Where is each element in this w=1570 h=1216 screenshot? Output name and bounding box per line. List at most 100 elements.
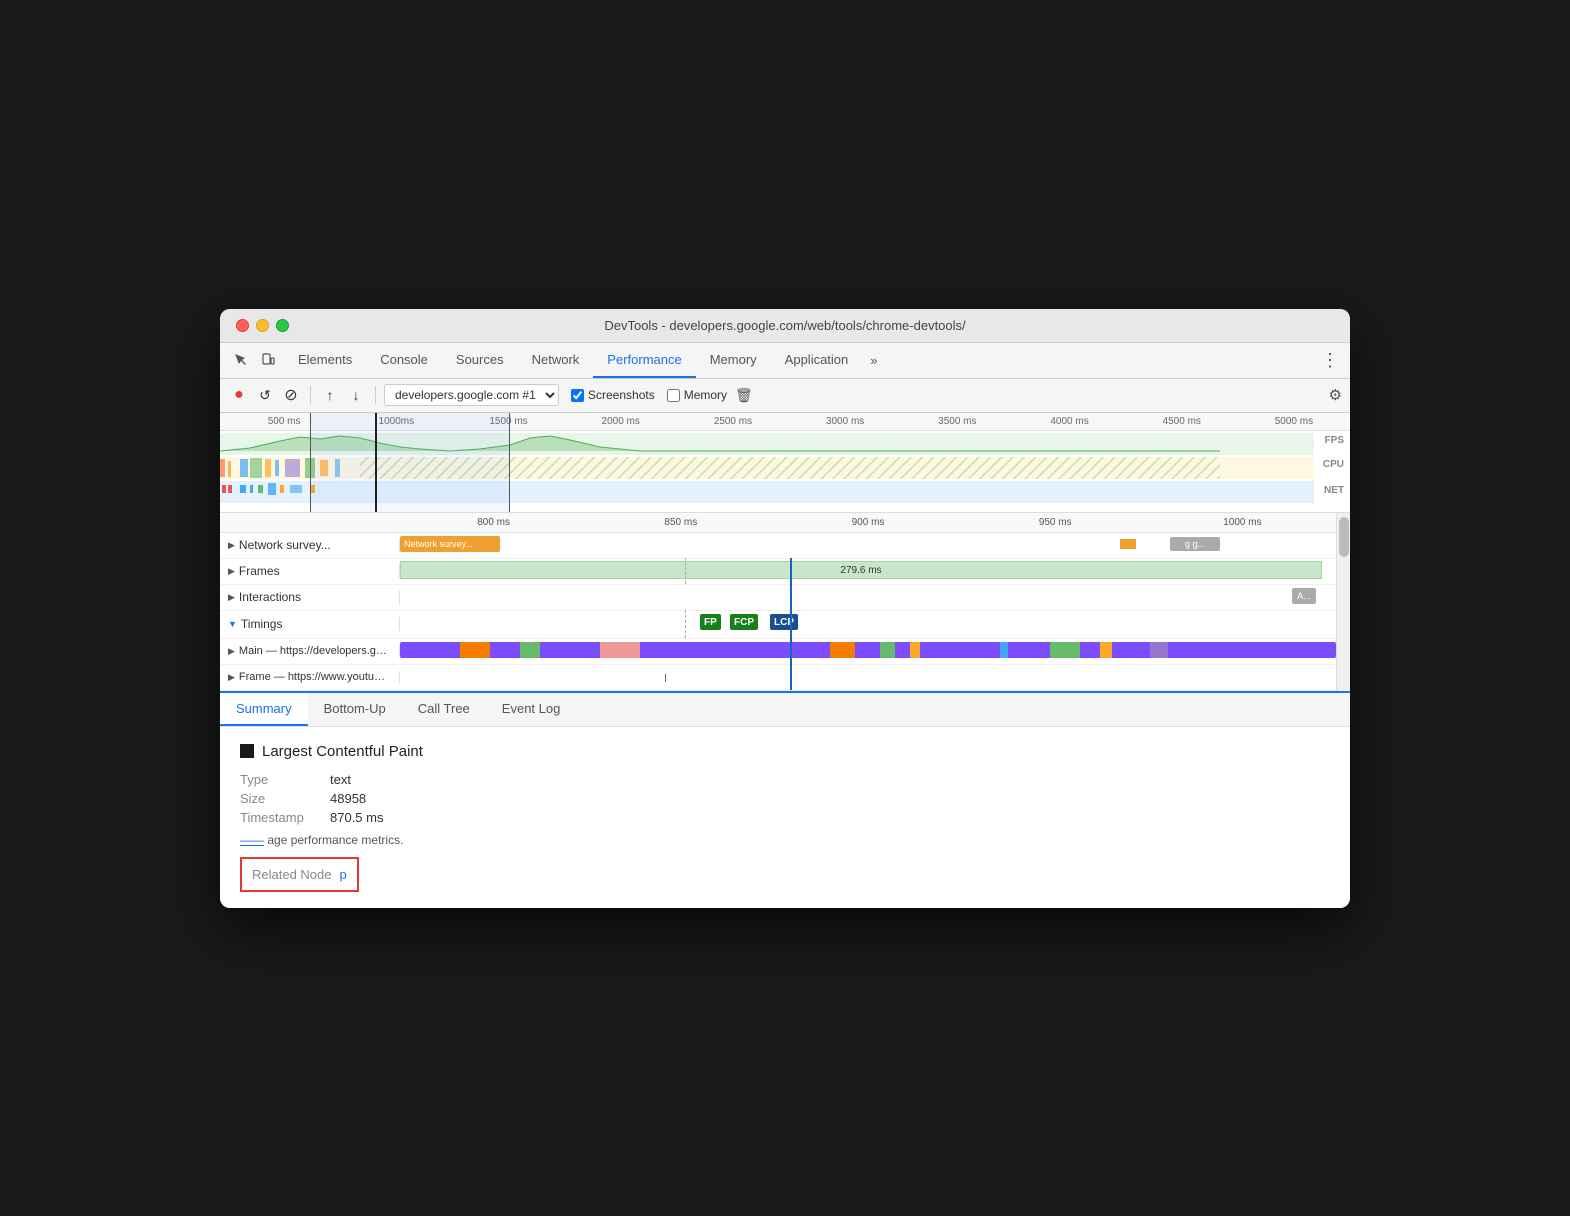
tab-bottom-up[interactable]: Bottom-Up	[308, 693, 402, 726]
tick-2000: 2000 ms	[565, 416, 677, 427]
separator-2	[375, 386, 376, 404]
fcp-badge[interactable]: FCP	[730, 614, 758, 630]
main-block-4	[830, 642, 855, 658]
timeline-overview: 500 ms 1000ms 1500 ms 2000 ms 2500 ms 30…	[220, 413, 1350, 513]
download-button[interactable]: ↓	[345, 384, 367, 406]
dtick-1000: 1000 ms	[1149, 517, 1336, 528]
network-row-content: Network survey... g g...	[400, 532, 1336, 558]
cpu-label: CPU	[1323, 459, 1344, 470]
settings-button[interactable]: ⚙	[1329, 386, 1342, 404]
screenshots-label: Screenshots	[588, 388, 655, 402]
blue-marker-interactions	[790, 584, 792, 610]
window-title: DevTools - developers.google.com/web/too…	[604, 318, 965, 333]
frame-row-content	[400, 664, 1336, 690]
network-row: ▶ Network survey... Network survey... g …	[220, 533, 1350, 559]
tab-sources[interactable]: Sources	[442, 342, 518, 378]
devtools-window: DevTools - developers.google.com/web/too…	[220, 309, 1350, 908]
network-survey-bar[interactable]: Network survey...	[400, 536, 500, 552]
tab-application[interactable]: Application	[771, 342, 863, 378]
close-button[interactable]	[236, 319, 249, 332]
playhead	[375, 413, 377, 512]
main-block-3	[600, 642, 640, 658]
tick-3000: 3000 ms	[789, 416, 901, 427]
timestamp-label: Timestamp	[240, 810, 330, 825]
tab-elements[interactable]: Elements	[284, 342, 366, 378]
related-node-value[interactable]: p	[340, 867, 347, 882]
frame-row: ▶ Frame — https://www.youtube.com/embed/…	[220, 665, 1350, 691]
tab-call-tree[interactable]: Call Tree	[402, 693, 486, 726]
network-row-label[interactable]: ▶ Network survey...	[220, 538, 400, 552]
timings-expand-icon[interactable]: ▼	[228, 619, 237, 629]
main-expand-icon[interactable]: ▶	[228, 646, 235, 657]
description-link[interactable]: ——	[240, 833, 264, 847]
main-block-10	[1150, 642, 1168, 658]
dtick-950: 950 ms	[962, 517, 1149, 528]
screenshots-checkbox-label[interactable]: Screenshots	[571, 388, 655, 402]
main-block-2	[520, 642, 540, 658]
url-selector[interactable]: developers.google.com #1	[384, 384, 559, 406]
tab-performance[interactable]: Performance	[593, 342, 695, 378]
frames-label-text: Frames	[239, 564, 280, 578]
reload-button[interactable]: ↺	[254, 384, 276, 406]
frames-row-label[interactable]: ▶ Frames	[220, 564, 400, 578]
interactions-expand-icon[interactable]: ▶	[228, 592, 235, 603]
maximize-button[interactable]	[276, 319, 289, 332]
related-node-label: Related Node	[252, 867, 332, 882]
minimize-button[interactable]	[256, 319, 269, 332]
lcp-title-text: Largest Contentful Paint	[262, 743, 423, 760]
lcp-badge[interactable]: LCP	[770, 614, 798, 630]
tab-network[interactable]: Network	[518, 342, 594, 378]
interactions-row-label[interactable]: ▶ Interactions	[220, 590, 400, 604]
memory-checkbox-label[interactable]: Memory	[667, 388, 727, 402]
tick-2500: 2500 ms	[677, 416, 789, 427]
tick-5000: 5000 ms	[1238, 416, 1350, 427]
network-expand-icon[interactable]: ▶	[228, 540, 235, 551]
size-value: 48958	[330, 791, 366, 806]
blue-marker-frames	[790, 558, 792, 584]
record-button[interactable]: ●	[228, 384, 250, 406]
clear-button[interactable]: ⊘	[280, 384, 302, 406]
upload-button[interactable]: ↑	[319, 384, 341, 406]
detail-timestamp-row: Timestamp 870.5 ms	[240, 810, 1330, 825]
tab-console[interactable]: Console	[366, 342, 442, 378]
tab-summary[interactable]: Summary	[220, 693, 308, 726]
tick-4000: 4000 ms	[1013, 416, 1125, 427]
frame-row-label[interactable]: ▶ Frame — https://www.youtube.com/embed/…	[220, 671, 400, 683]
blue-marker-main	[790, 638, 792, 664]
interactions-row-content: A...	[400, 584, 1336, 610]
tab-event-log[interactable]: Event Log	[486, 693, 577, 726]
clear-recordings-button[interactable]: 🗑	[735, 387, 753, 404]
timings-row-label[interactable]: ▼ Timings	[220, 617, 400, 631]
timings-row-content: FP FCP LCP	[400, 610, 1336, 638]
fps-label: FPS	[1325, 435, 1344, 446]
memory-checkbox[interactable]	[667, 389, 680, 402]
timeline-scrollbar[interactable]	[1336, 513, 1350, 691]
devtools-menu-button[interactable]: ⋮	[1318, 348, 1342, 372]
frame-expand-icon[interactable]: ▶	[228, 672, 235, 683]
size-label: Size	[240, 791, 330, 806]
frames-expand-icon[interactable]: ▶	[228, 566, 235, 577]
related-node-container: Related Node p	[240, 857, 359, 892]
frame-label-text: Frame — https://www.youtube.com/embed/G_…	[239, 671, 391, 683]
dtick-900: 900 ms	[774, 517, 961, 528]
tick-4500: 4500 ms	[1126, 416, 1238, 427]
dtick-800: 800 ms	[400, 517, 587, 528]
device-icon[interactable]	[256, 348, 280, 372]
scrollbar-thumb[interactable]	[1339, 517, 1349, 557]
cursor-icon[interactable]	[228, 348, 252, 372]
main-row-label[interactable]: ▶ Main — https://developers.google.com/w…	[220, 645, 400, 657]
blue-marker-frame	[790, 664, 792, 690]
memory-label: Memory	[684, 388, 727, 402]
screenshots-checkbox[interactable]	[571, 389, 584, 402]
frame-time: 279.6 ms	[840, 565, 881, 576]
tick-3500: 3500 ms	[901, 416, 1013, 427]
tab-memory[interactable]: Memory	[696, 342, 771, 378]
blue-marker-timings	[790, 610, 792, 638]
frames-row: ▶ Frames 279.6 ms	[220, 559, 1350, 585]
fp-badge[interactable]: FP	[700, 614, 721, 630]
main-block-6	[910, 642, 920, 658]
more-tabs-button[interactable]: »	[862, 342, 885, 378]
dashed-marker-frames	[685, 558, 686, 584]
main-block-7	[1000, 642, 1008, 658]
network-item-1	[1120, 539, 1136, 549]
